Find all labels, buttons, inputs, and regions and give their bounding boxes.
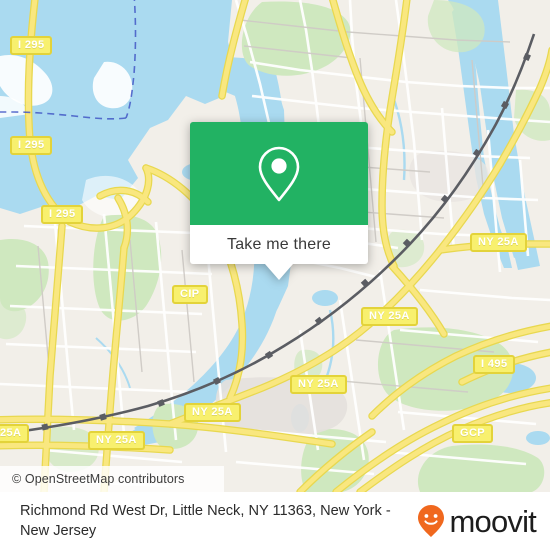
popup-icon-panel — [190, 122, 368, 225]
osm-attribution-text: © OpenStreetMap contributors — [12, 472, 185, 486]
road-shield-ny25a-northeast: NY 25A — [470, 233, 527, 252]
road-shield-ny25a-east: NY 25A — [361, 307, 418, 326]
road-shield-ny25a-southwest: NY 25A — [88, 431, 145, 450]
road-shield-ny25a-west: NY 25A — [184, 403, 241, 422]
moovit-smiling-pin-icon — [418, 505, 445, 537]
road-shield-i495-east: I 495 — [473, 355, 516, 374]
popup-tail — [265, 264, 293, 280]
map-canvas[interactable]: I 295 I 295 I 295 CIP NY 25A NY 25A I 495 NY 25… — [0, 0, 550, 492]
take-me-there-button[interactable]: Take me there — [190, 225, 368, 264]
road-shield-25a-edge: 25A — [0, 424, 30, 443]
osm-attribution[interactable]: © OpenStreetMap contributors — [0, 466, 224, 492]
take-me-there-label: Take me there — [227, 235, 331, 253]
road-shield-ny25a-center: NY 25A — [290, 375, 347, 394]
road-shield-gcp: GCP — [452, 424, 494, 443]
take-me-there-popup[interactable]: Take me there — [190, 122, 368, 280]
road-shield-i295-mid: I 295 — [10, 136, 53, 155]
location-pin-icon — [258, 146, 300, 201]
moovit-wordmark: moovit — [449, 503, 536, 539]
map-screenshot: I 295 I 295 I 295 CIP NY 25A NY 25A I 495 NY 25… — [0, 0, 550, 550]
road-shield-i295-south: I 295 — [41, 205, 84, 224]
road-shield-cip: CIP — [172, 285, 208, 304]
moovit-logo[interactable]: moovit — [416, 503, 537, 539]
road-shield-i295-north: I 295 — [10, 36, 53, 55]
footer-bar: Richmond Rd West Dr, Little Neck, NY 113… — [0, 492, 550, 550]
location-address: Richmond Rd West Dr, Little Neck, NY 113… — [20, 503, 391, 539]
